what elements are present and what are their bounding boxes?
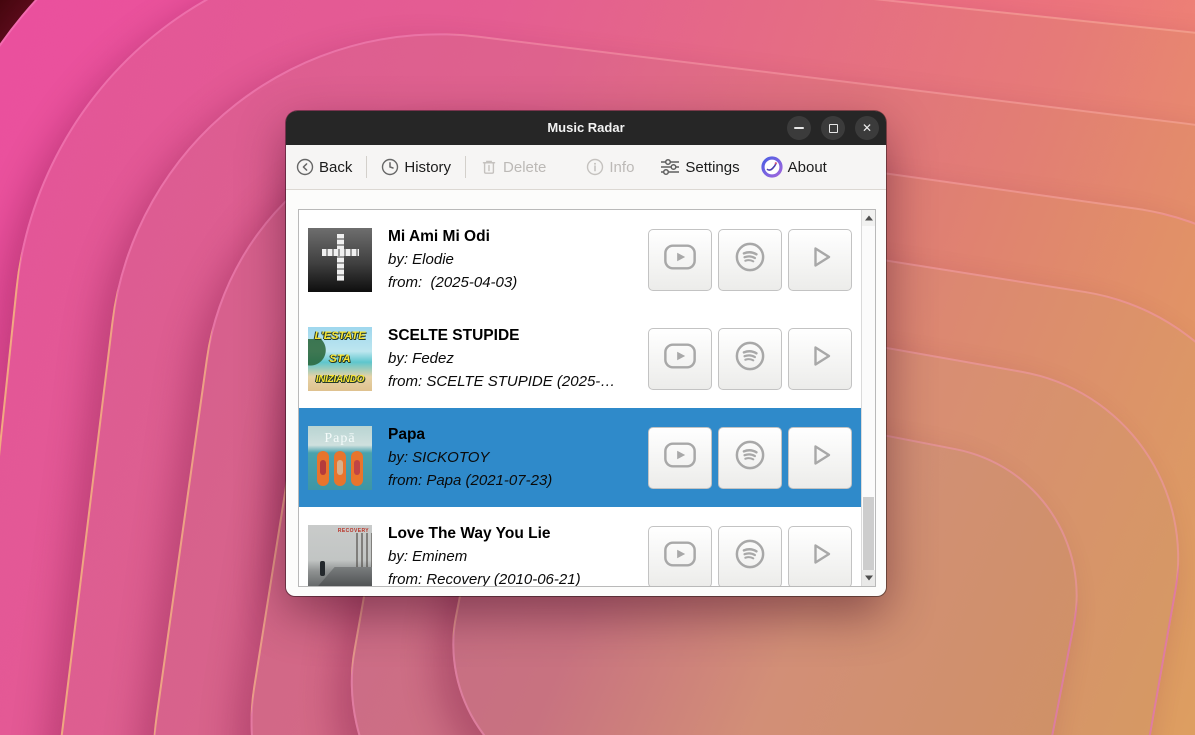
youtube-play-icon: [663, 342, 697, 375]
track-artist: by: SICKOTOY: [388, 446, 552, 469]
track-list: Mi Ami Mi Odi by: Elodie from: (2025-04-…: [298, 209, 876, 587]
settings-label: Settings: [685, 159, 739, 176]
history-label: History: [404, 159, 451, 176]
scrollbar[interactable]: [861, 210, 875, 586]
info-circle-icon: [586, 158, 604, 176]
track-release: from: Papa (2021-07-23): [388, 469, 552, 492]
track-title: SCELTE STUPIDE: [388, 325, 615, 347]
album-art-text: INIZIANDO: [308, 374, 372, 385]
track-rows: Mi Ami Mi Odi by: Elodie from: (2025-04-…: [299, 210, 861, 587]
info-label: Info: [609, 159, 634, 176]
play-triangle-icon: [805, 440, 835, 475]
clock-icon: [381, 158, 399, 176]
track-release: from: SCELTE STUPIDE (2025-…: [388, 370, 615, 393]
toolbar-separator: [366, 156, 367, 178]
window-content: Mi Ami Mi Odi by: Elodie from: (2025-04-…: [286, 190, 886, 595]
track-actions: [648, 328, 852, 390]
sliders-icon: [660, 158, 680, 176]
trees-graphic: [356, 533, 372, 567]
play-triangle-icon: [805, 242, 835, 277]
maximize-button[interactable]: [821, 116, 845, 140]
maximize-icon: [829, 124, 838, 133]
minimize-icon: [794, 127, 804, 129]
app-window: Music Radar ✕ Back History: [286, 111, 886, 596]
titlebar[interactable]: Music Radar ✕: [286, 111, 886, 145]
album-art-text: Papā: [308, 431, 372, 447]
album-art: RECOVERY: [308, 525, 372, 588]
youtube-button[interactable]: [648, 526, 712, 588]
about-button[interactable]: About: [761, 156, 827, 178]
history-button[interactable]: History: [381, 158, 451, 176]
minimize-button[interactable]: [787, 116, 811, 140]
youtube-button[interactable]: [648, 427, 712, 489]
album-art: [308, 228, 372, 292]
spotify-icon: [734, 439, 766, 476]
back-label: Back: [319, 159, 352, 176]
delete-label: Delete: [503, 159, 546, 176]
youtube-play-icon: [663, 441, 697, 474]
close-button[interactable]: ✕: [855, 116, 879, 140]
track-artist: by: Fedez: [388, 347, 615, 370]
track-artist: by: Eminem: [388, 545, 581, 568]
about-label: About: [788, 159, 827, 176]
track-title: Mi Ami Mi Odi: [388, 226, 517, 248]
play-button[interactable]: [788, 229, 852, 291]
spotify-button[interactable]: [718, 328, 782, 390]
surfboard-graphic: [317, 451, 329, 486]
play-button[interactable]: [788, 427, 852, 489]
youtube-play-icon: [663, 540, 697, 573]
trash-icon: [480, 158, 498, 176]
play-button[interactable]: [788, 328, 852, 390]
scroll-down-arrow[interactable]: [862, 570, 875, 586]
track-artist: by: Elodie: [388, 248, 517, 271]
album-art-text: L'ESTATE: [308, 330, 372, 342]
track-row[interactable]: RECOVERY Love The Way You Lie by: Eminem…: [299, 507, 861, 587]
settings-button[interactable]: Settings: [660, 158, 739, 176]
surfboard-graphic: [351, 451, 363, 486]
play-button[interactable]: [788, 526, 852, 588]
back-button[interactable]: Back: [296, 158, 352, 176]
back-circle-arrow-icon: [296, 158, 314, 176]
spotify-button[interactable]: [718, 526, 782, 588]
app-logo-icon: [761, 156, 783, 178]
album-art-text: STA: [308, 353, 372, 365]
desktop-wallpaper: Music Radar ✕ Back History: [0, 0, 1195, 735]
spotify-icon: [734, 340, 766, 377]
track-title: Papa: [388, 424, 552, 446]
track-row[interactable]: L'ESTATE STA INIZIANDO SCELTE STUPIDE by: …: [299, 309, 861, 408]
track-release: from: (2025-04-03): [388, 271, 517, 294]
youtube-button[interactable]: [648, 328, 712, 390]
scroll-up-arrow[interactable]: [862, 210, 875, 226]
track-info: Love The Way You Lie by: Eminem from: Re…: [388, 523, 581, 588]
album-art: Papā: [308, 426, 372, 490]
track-actions: [648, 526, 852, 588]
track-info: Mi Ami Mi Odi by: Elodie from: (2025-04-…: [388, 226, 517, 294]
toolbar: Back History Delete Info: [286, 145, 886, 190]
track-info: SCELTE STUPIDE by: Fedez from: SCELTE ST…: [388, 325, 615, 393]
scroll-thumb[interactable]: [863, 497, 874, 570]
track-row[interactable]: Mi Ami Mi Odi by: Elodie from: (2025-04-…: [299, 210, 861, 309]
track-actions: [648, 229, 852, 291]
track-title: Love The Way You Lie: [388, 523, 581, 545]
album-art: L'ESTATE STA INIZIANDO: [308, 327, 372, 391]
youtube-play-icon: [663, 243, 697, 276]
spotify-button[interactable]: [718, 229, 782, 291]
spotify-icon: [734, 241, 766, 278]
delete-button[interactable]: Delete: [480, 158, 546, 176]
info-button[interactable]: Info: [586, 158, 634, 176]
surfboard-graphic: [334, 451, 346, 486]
close-icon: ✕: [862, 122, 872, 134]
toolbar-separator: [465, 156, 466, 178]
track-row[interactable]: Papā Papa by: SICKOTOY from: Papa (2021-…: [299, 408, 861, 507]
youtube-button[interactable]: [648, 229, 712, 291]
track-info: Papa by: SICKOTOY from: Papa (2021-07-23…: [388, 424, 552, 492]
spotify-icon: [734, 538, 766, 575]
play-triangle-icon: [805, 539, 835, 574]
track-release: from: Recovery (2010-06-21): [388, 568, 581, 588]
window-controls: ✕: [787, 116, 879, 140]
track-actions: [648, 427, 852, 489]
spotify-button[interactable]: [718, 427, 782, 489]
play-triangle-icon: [805, 341, 835, 376]
